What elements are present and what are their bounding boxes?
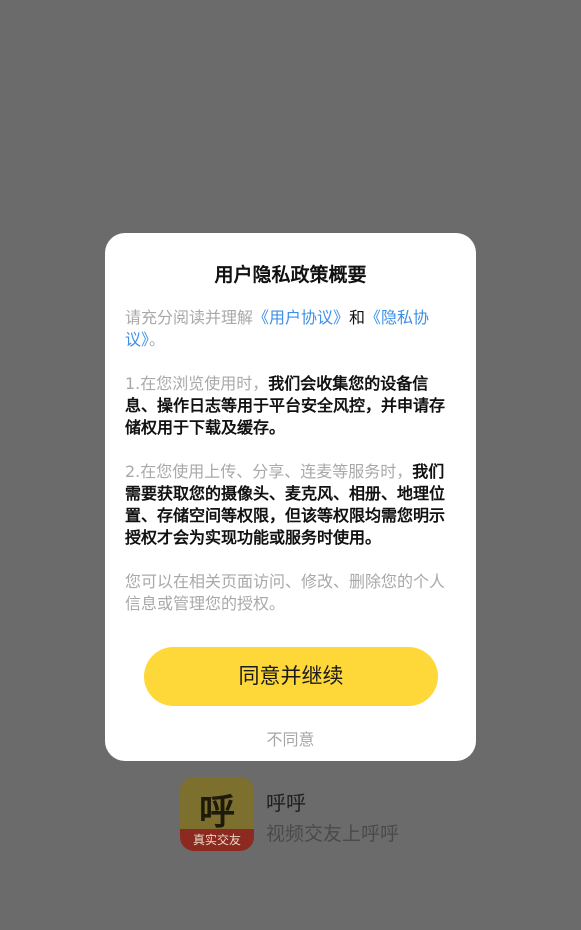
intro-and: 和 bbox=[349, 308, 366, 327]
app-brand: 呼 真实交友 呼呼 视频交友上呼呼 bbox=[180, 777, 440, 853]
privacy-policy-dialog: 用户隐私政策概要 请充分阅读并理解《用户协议》和《隐私协议》。 1.在您浏览使用… bbox=[105, 233, 476, 761]
intro-prefix: 请充分阅读并理解 bbox=[125, 308, 254, 327]
item1-plain: 1.在您浏览使用时， bbox=[125, 374, 269, 393]
app-name: 呼呼 bbox=[266, 791, 306, 815]
disagree-button[interactable]: 不同意 bbox=[105, 726, 476, 750]
closing-paragraph: 您可以在相关页面访问、修改、删除您的个人信息或管理您的授权。 bbox=[125, 572, 446, 613]
app-logo-icon: 呼 真实交友 bbox=[180, 777, 254, 851]
intro-paragraph: 请充分阅读并理解《用户协议》和《隐私协议》。 bbox=[125, 307, 459, 351]
item2-plain: 2.在您使用上传、分享、连麦等服务时， bbox=[125, 462, 413, 481]
app-logo-glyph: 呼 bbox=[198, 792, 235, 833]
app-logo-ribbon: 真实交友 bbox=[180, 829, 254, 851]
user-agreement-link[interactable]: 《用户协议》 bbox=[253, 308, 349, 327]
item1-paragraph: 1.在您浏览使用时，我们会收集您的设备信息、操作日志等用于平台安全风控，并申请存… bbox=[125, 373, 459, 439]
app-slogan: 视频交友上呼呼 bbox=[266, 823, 400, 845]
intro-suffix: 。 bbox=[149, 330, 166, 349]
agree-continue-button[interactable]: 同意并继续 bbox=[144, 647, 438, 706]
dialog-title: 用户隐私政策概要 bbox=[214, 264, 367, 286]
dialog-body: 请充分阅读并理解《用户协议》和《隐私协议》。 1.在您浏览使用时，我们会收集您的… bbox=[125, 307, 459, 637]
item2-paragraph: 2.在您使用上传、分享、连麦等服务时，我们需要获取您的摄像头、麦克风、相册、地理… bbox=[125, 461, 459, 549]
